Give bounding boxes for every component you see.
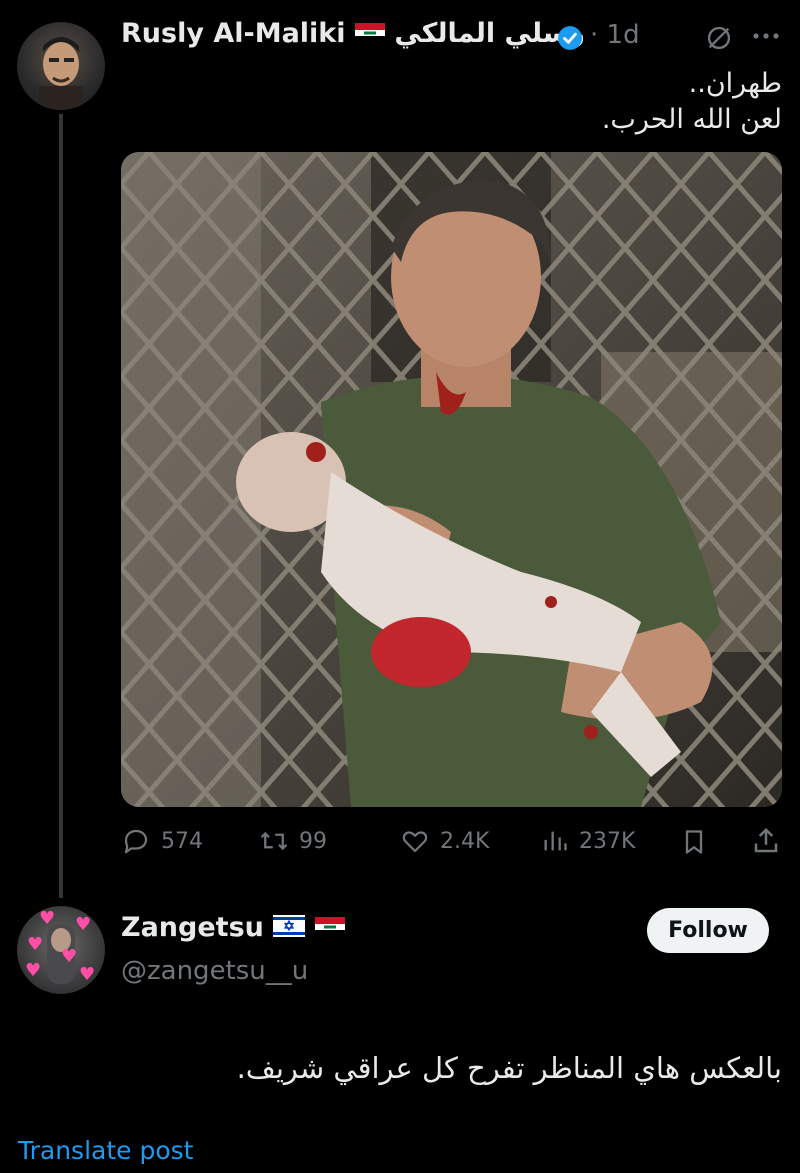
reply-text: بالعكس هاي المناظر تفرح كل عراقي شريف. xyxy=(236,1051,782,1085)
heart-icon: ♥ xyxy=(75,914,92,935)
post-media-image[interactable] xyxy=(121,152,782,807)
avatar-portrait-icon xyxy=(39,37,83,110)
reply-author-name[interactable]: Zangetsu xyxy=(121,912,345,944)
heart-icon: ♥ xyxy=(61,946,78,967)
repost-icon xyxy=(260,831,288,851)
reply-author-name-text[interactable]: Zangetsu xyxy=(121,912,264,943)
heart-icon: ♥ xyxy=(27,934,44,955)
author-name-latin[interactable]: Rusly Al-Maliki xyxy=(121,18,346,49)
iraq-flag-icon xyxy=(354,19,385,50)
post-timestamp[interactable]: · 1d xyxy=(590,20,640,50)
iraq-flag-icon xyxy=(314,913,345,944)
views-count: 237K xyxy=(579,828,636,854)
author-avatar[interactable] xyxy=(17,22,105,110)
like-count: 2.4K xyxy=(440,828,490,854)
reply-icon xyxy=(124,829,148,854)
like-icon xyxy=(402,831,428,853)
more-icon[interactable] xyxy=(752,30,780,42)
like-action[interactable]: 2.4K xyxy=(400,826,489,856)
translate-post-link[interactable]: Translate post xyxy=(18,1136,193,1165)
thread-line xyxy=(59,114,63,898)
repost-count: 99 xyxy=(299,828,327,854)
grok-icon[interactable] xyxy=(705,24,733,52)
follow-button[interactable]: Follow xyxy=(647,908,769,953)
reply-action[interactable]: 574 xyxy=(121,826,203,856)
heart-icon: ♥ xyxy=(25,960,42,981)
author-name[interactable]: Rusly Al-Maliki رسلي المالكي xyxy=(121,18,585,50)
reply-count: 574 xyxy=(161,828,203,854)
views-action[interactable]: 237K xyxy=(541,826,635,856)
post-text-line2: لعن الله الحرب. xyxy=(601,104,782,135)
repost-action[interactable]: 99 xyxy=(259,826,327,856)
photo-illustration xyxy=(121,152,782,807)
reply-author-handle[interactable]: @zangetsu__u xyxy=(121,956,308,986)
post-text-line1: طهران.. xyxy=(688,68,782,99)
share-icon[interactable] xyxy=(751,826,781,856)
views-icon xyxy=(544,831,567,851)
israel-flag-icon xyxy=(273,913,306,944)
reply-author-avatar[interactable]: ♥ ♥ ♥ ♥ ♥ ♥ xyxy=(17,906,105,994)
verified-badge-icon xyxy=(558,26,582,50)
heart-icon: ♥ xyxy=(39,908,56,929)
heart-icon: ♥ xyxy=(79,964,96,985)
bookmark-icon[interactable] xyxy=(680,827,708,857)
